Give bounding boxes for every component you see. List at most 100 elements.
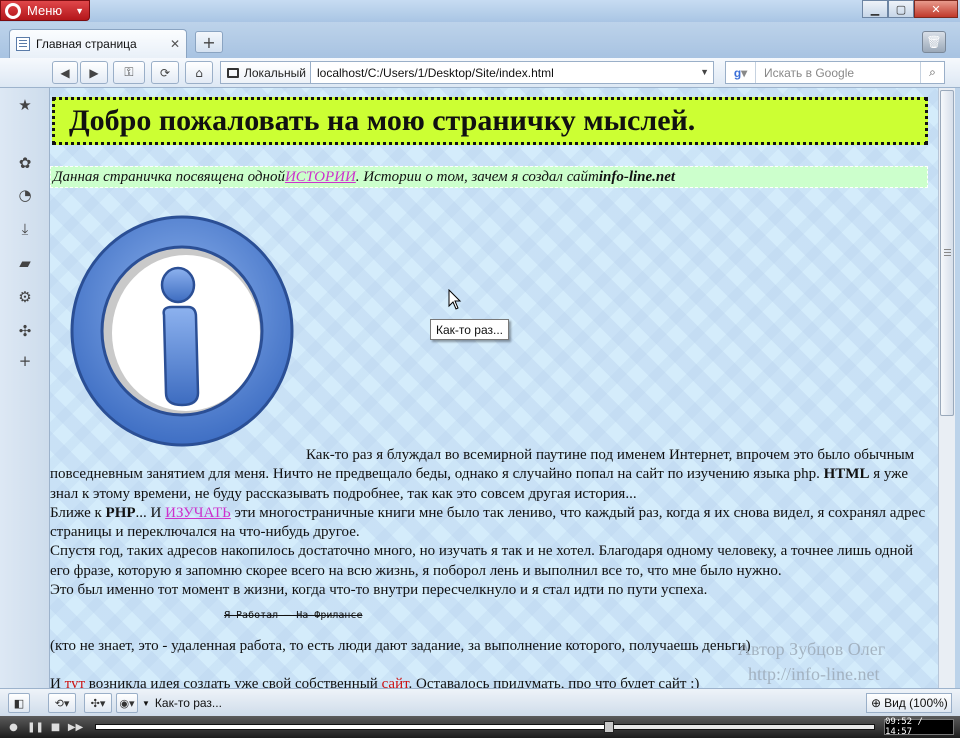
reload-icon: ⟳ — [159, 65, 171, 80]
title-bar: Меню ▼ ▁ ▢ ✕ — [0, 0, 960, 22]
info-stem — [162, 305, 200, 407]
unite-icon[interactable]: ✣ — [14, 320, 36, 342]
vertical-scrollbar[interactable] — [938, 88, 955, 688]
status-bar: ◧ ⟲▾ ✣▾ ◉▾ ▼ Как-то раз... ⊕ Вид (100%) — [0, 688, 960, 716]
chevron-down-icon: ▼ — [142, 698, 150, 708]
address-field[interactable]: localhost/C:/Users/1/Desktop/Site/index.… — [310, 61, 714, 84]
downloads-icon[interactable]: ⤓ — [14, 218, 36, 240]
navigation-bar: ◀ ▶ ⚿ ⟳ ⌂ Локальный localhost/C:/Users/1… — [0, 58, 960, 88]
opera-menu-button[interactable]: Меню ▼ — [0, 0, 90, 21]
pause-icon[interactable]: ❚❚ — [27, 720, 44, 734]
home-icon: ⌂ — [195, 65, 203, 80]
info-dot — [160, 266, 196, 304]
sync-icon: ⟲▾ — [54, 696, 70, 710]
unite-status-button[interactable]: ✣▾ — [84, 693, 112, 713]
scrollbar-thumb[interactable] — [940, 90, 954, 416]
home-button[interactable]: ⌂ — [185, 61, 213, 84]
menu-label: Меню — [27, 3, 63, 18]
p6-b: возникла идея создать уже свой собственн… — [85, 675, 382, 688]
notes-icon[interactable]: ▰ — [14, 252, 36, 274]
add-panel-icon[interactable]: + — [14, 350, 36, 372]
widgets-icon[interactable]: ✿ — [14, 152, 36, 174]
media-progress-track[interactable] — [95, 721, 875, 733]
p6-c: . Оставалось придумать, про что будет са… — [408, 675, 700, 688]
p6-red-2: сайт — [381, 675, 409, 688]
maximize-icon: ▢ — [895, 2, 907, 16]
back-button[interactable]: ◀ — [52, 61, 78, 84]
zoom-control[interactable]: ⊕ Вид (100%) — [866, 693, 952, 713]
banner-title: Добро пожаловать на мою страничку мыслей… — [69, 104, 696, 137]
maximize-button[interactable]: ▢ — [888, 0, 914, 18]
p1-text: Как-то раз я блуждал во всемирной паутин… — [50, 447, 915, 483]
p6-red-1: тут — [64, 675, 86, 688]
side-panel: ★ ✿ ◔ ⤓ ▰ ⚙ ✣ + — [0, 88, 50, 688]
turbo-button[interactable]: ◉▾ — [116, 693, 138, 713]
page-banner: Добро пожаловать на мою страничку мыслей… — [52, 97, 928, 145]
trash-icon: 🗑 — [926, 35, 942, 49]
paragraph-3: Спустя год, таких адресов накопилось дос… — [50, 543, 914, 579]
reload-button[interactable]: ⟳ — [151, 61, 179, 84]
minimize-button[interactable]: ▁ — [862, 0, 888, 18]
close-tab-icon[interactable]: ✕ — [170, 37, 180, 51]
panel-toggle-icon: ◧ — [13, 696, 25, 710]
sync-button[interactable]: ⟲▾ — [48, 693, 76, 713]
strike-note: Я Работал — На Фрилансе — [224, 610, 363, 622]
p2-b: ... И — [135, 504, 166, 521]
close-icon: ✕ — [931, 2, 941, 16]
intro-text-cont: . Истории о том, зачем я создал сайт — [355, 168, 599, 185]
p6-a: И — [50, 675, 65, 688]
search-field[interactable]: g ▾ Искать в Google ⌕ — [725, 61, 945, 84]
page-content: Добро пожаловать на мою страничку мыслей… — [50, 88, 938, 688]
tab-main-page[interactable]: Главная страница ✕ — [9, 29, 187, 58]
close-window-button[interactable]: ✕ — [914, 0, 958, 18]
history-clock-icon[interactable]: ◔ — [14, 184, 36, 206]
new-tab-button[interactable]: + — [195, 31, 223, 53]
address-scope-badge[interactable]: Локальный — [220, 61, 310, 84]
paragraph-1: Как-то раз я блуждал во всемирной паутин… — [50, 446, 930, 504]
record-icon[interactable]: ● — [6, 720, 21, 734]
tab-bar: Главная страница ✕ + 🗑 — [0, 22, 960, 58]
mouse-cursor-icon — [448, 289, 462, 310]
watermark-author: Автор Зубцов Олег — [738, 639, 886, 659]
site-name: info-line.net — [598, 168, 676, 185]
wand-button[interactable]: ⚿ — [113, 61, 145, 84]
zoom-label: Вид (100%) — [884, 696, 948, 710]
skip-icon[interactable]: ▶▶ — [68, 720, 83, 734]
zoom-icon: ⊕ — [871, 696, 882, 710]
browser-window: Меню ▼ ▁ ▢ ✕ Главная страница ✕ + 🗑 ◀ ▶ … — [0, 0, 960, 738]
media-player-bar: ● ❚❚ ■ ▶▶ 09:52 / 14:57 — [0, 716, 960, 738]
media-time: 09:52 / 14:57 — [884, 717, 954, 737]
chevron-down-icon: ▼ — [75, 5, 84, 16]
chevron-down-icon[interactable]: ▼ — [700, 67, 709, 77]
trash-button[interactable]: 🗑 — [922, 31, 946, 53]
plus-icon: + — [202, 32, 216, 52]
forward-button[interactable]: ▶ — [80, 61, 108, 84]
monitor-icon — [227, 67, 239, 78]
media-progress-fill — [96, 725, 610, 729]
arrow-right-icon: ▶ — [89, 65, 99, 80]
intro-text: Данная страничка посвящена одной — [53, 168, 285, 185]
history-link[interactable]: ИСТОРИИ — [285, 169, 356, 186]
paragraph-2: Ближе к PHP... И ИЗУЧАТЬ эти многострани… — [50, 504, 930, 543]
gear-icon[interactable]: ⚙ — [14, 286, 36, 308]
bookmarks-star-icon[interactable]: ★ — [14, 94, 36, 116]
search-placeholder: Искать в Google — [764, 65, 855, 80]
opera-logo-icon — [5, 2, 21, 19]
paragraph-4: Это был именно тот момент в жизни, когда… — [50, 582, 708, 599]
p2-bold: PHP — [105, 504, 136, 521]
p2-a: Ближе к — [50, 504, 106, 521]
minimize-icon: ▁ — [870, 2, 880, 16]
watermark-url: http://info-line.net — [748, 664, 880, 684]
status-task-label: Как-то раз... — [154, 696, 222, 710]
page-icon — [16, 37, 30, 51]
search-icon[interactable]: ⌕ — [920, 62, 944, 83]
p1-bold: HTML — [823, 466, 870, 483]
status-task[interactable]: ▼ Как-то раз... — [142, 693, 230, 713]
address-scope-label: Локальный — [244, 65, 306, 80]
learn-link[interactable]: ИЗУЧАТЬ — [165, 505, 231, 521]
google-icon[interactable]: g ▾ — [726, 62, 756, 83]
toggle-panel-button[interactable]: ◧ — [8, 693, 30, 713]
media-progress-knob[interactable] — [604, 721, 615, 733]
stop-icon[interactable]: ■ — [48, 720, 63, 734]
key-icon: ⚿ — [124, 65, 134, 79]
